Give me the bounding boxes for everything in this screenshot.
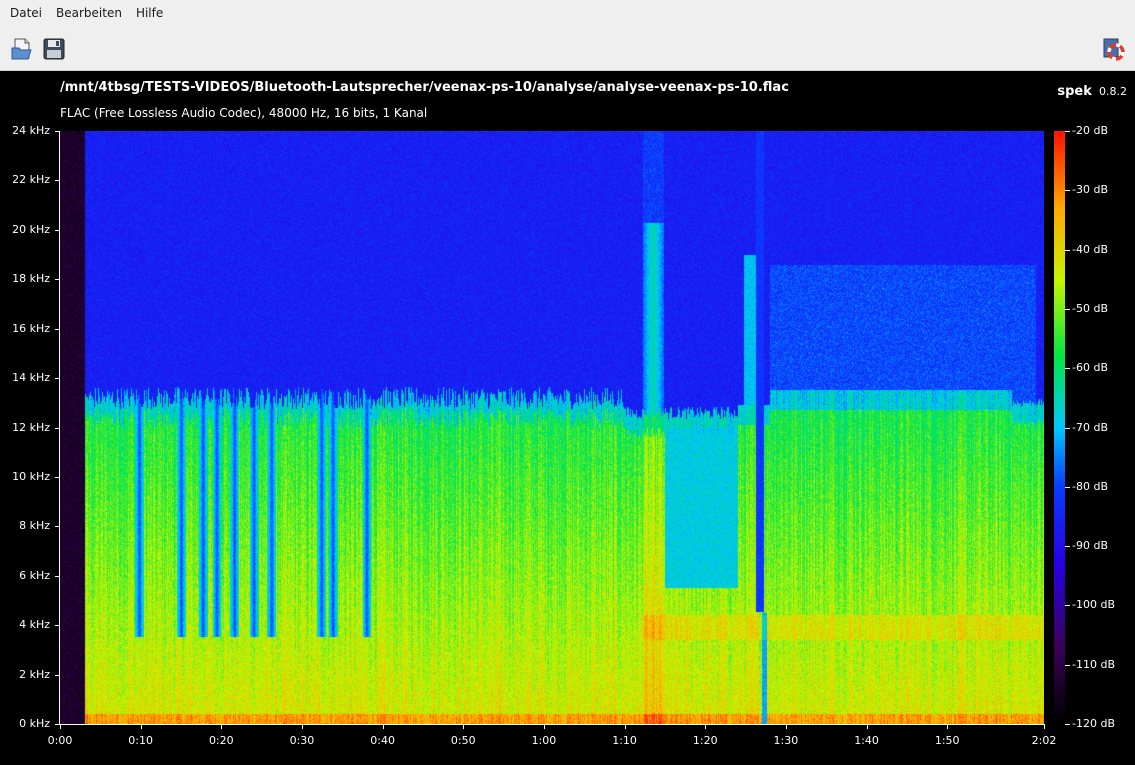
db-tick-mark [1065,250,1070,251]
time-tick-label: 0:00 [47,734,73,747]
freq-tick-label: 16 kHz [12,321,50,335]
freq-tick-label: 4 kHz [19,618,50,632]
db-color-scale [1054,131,1065,724]
db-tick-mark [1065,546,1070,547]
time-tick-label: 1:20 [692,734,718,747]
db-tick-label: -70 dB [1072,420,1108,434]
time-tick-label: 0:40 [370,734,395,747]
freq-tick-label: 24 kHz [12,124,50,137]
menu-bearbeiten[interactable]: Bearbeiten [49,0,129,27]
db-tick-mark [1065,428,1070,429]
freq-tick-label: 14 kHz [12,371,50,385]
time-tick-label: 1:00 [531,734,557,747]
time-tick-label: 2:02 [1031,734,1057,747]
freq-tick-label: 22 kHz [12,173,50,187]
db-tick-mark [1065,724,1070,725]
save-button[interactable] [41,36,67,62]
freq-tick-label: 6 kHz [19,568,50,582]
time-tick-label: 1:40 [854,734,879,747]
toolbar [0,27,1135,71]
db-tick-label: -30 dB [1072,183,1108,197]
file-path: /mnt/4tbsg/TESTS-VIDEOS/Bluetooth-Lautsp… [60,80,789,95]
time-tick-mark [1044,724,1045,729]
time-tick-label: 0:50 [450,734,476,747]
db-tick-label: -110 dB [1072,657,1115,671]
save-icon [43,38,65,60]
time-tick-label: 0:30 [289,734,315,747]
db-tick-label: -40 dB [1072,242,1108,256]
db-tick-mark [1065,190,1070,191]
about-button[interactable] [1100,36,1126,62]
db-tick-label: -90 dB [1072,539,1108,553]
db-tick-label: -60 dB [1072,361,1108,375]
freq-tick-label: 8 kHz [19,519,50,533]
plot-frame-bottom [60,724,1044,725]
freq-tick-label: 12 kHz [12,420,50,434]
db-tick-label: -20 dB [1072,124,1108,137]
menu-hilfe[interactable]: Hilfe [129,0,170,27]
freq-tick-label: 10 kHz [12,469,50,483]
app-name: spek [1057,84,1092,99]
open-file-button[interactable] [9,36,35,62]
spectrogram-plot [60,131,1044,724]
time-tick-label: 1:10 [612,734,637,747]
db-tick-mark [1065,309,1070,310]
db-tick-mark [1065,487,1070,488]
db-tick-label: -50 dB [1072,301,1108,315]
menu-bar: Datei Bearbeiten Hilfe [0,0,1135,27]
db-tick-mark [1065,605,1070,606]
app-version: 0.8.2 [1099,85,1127,98]
file-info: FLAC (Free Lossless Audio Codec), 48000 … [60,106,428,120]
freq-tick-label: 18 kHz [12,272,50,286]
db-tick-label: -120 dB [1072,717,1115,730]
plot-frame-left [59,131,60,724]
app-brand: spek 0.8.2 [1057,80,1127,99]
db-tick-mark [1065,131,1070,132]
freq-tick-label: 2 kHz [19,667,50,681]
freq-tick-label: 0 kHz [19,717,50,730]
time-tick-label: 0:20 [208,734,234,747]
open-file-icon [11,38,32,60]
time-tick-label: 0:10 [128,734,153,747]
time-tick-label: 1:30 [773,734,799,747]
spectrogram-panel: /mnt/4tbsg/TESTS-VIDEOS/Bluetooth-Lautsp… [0,71,1135,765]
db-tick-label: -100 dB [1072,598,1115,612]
about-lifebuoy-icon [1103,38,1125,61]
freq-tick-label: 20 kHz [12,222,50,236]
db-tick-label: -80 dB [1072,479,1108,493]
time-tick-label: 1:50 [934,734,960,747]
db-tick-mark [1065,368,1070,369]
db-tick-mark [1065,665,1070,666]
menu-datei[interactable]: Datei [0,0,49,27]
